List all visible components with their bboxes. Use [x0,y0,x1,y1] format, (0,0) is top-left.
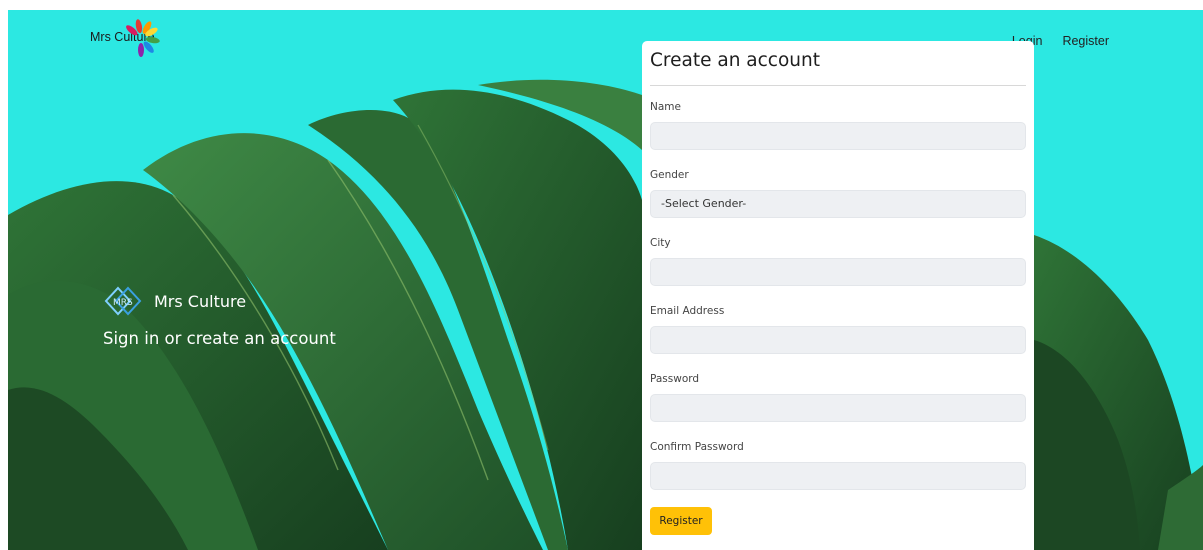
email-input[interactable] [650,326,1026,354]
title-divider [650,85,1026,86]
svg-text:MRS: MRS [113,298,133,308]
mrs-diamond-logo-icon: MRS [104,286,142,316]
name-label: Name [650,101,681,113]
hero-tagline: Sign in or create an account [103,329,336,348]
gender-label: Gender [650,169,689,181]
flower-logo-icon [126,19,160,57]
email-label: Email Address [650,305,725,317]
hero-brand: MRS Mrs Culture [104,286,246,316]
confirm-password-label: Confirm Password [650,441,744,453]
form-title: Create an account [650,50,820,71]
register-form-card: Create an account Name Gender -Select Ge… [642,41,1034,550]
password-label: Password [650,373,700,385]
register-button[interactable]: Register [650,507,712,535]
header-logo[interactable]: Mrs Culture [90,16,190,66]
gender-select[interactable]: -Select Gender- [650,190,1026,218]
hero-brand-name: Mrs Culture [154,291,247,311]
confirm-password-input[interactable] [650,462,1026,490]
page-background: Mrs Culture Login Register MRS Mrs Cultu… [8,10,1203,550]
password-input[interactable] [650,394,1026,422]
register-link[interactable]: Register [1062,34,1109,48]
city-label: City [650,237,671,249]
city-input[interactable] [650,258,1026,286]
name-input[interactable] [650,122,1026,150]
